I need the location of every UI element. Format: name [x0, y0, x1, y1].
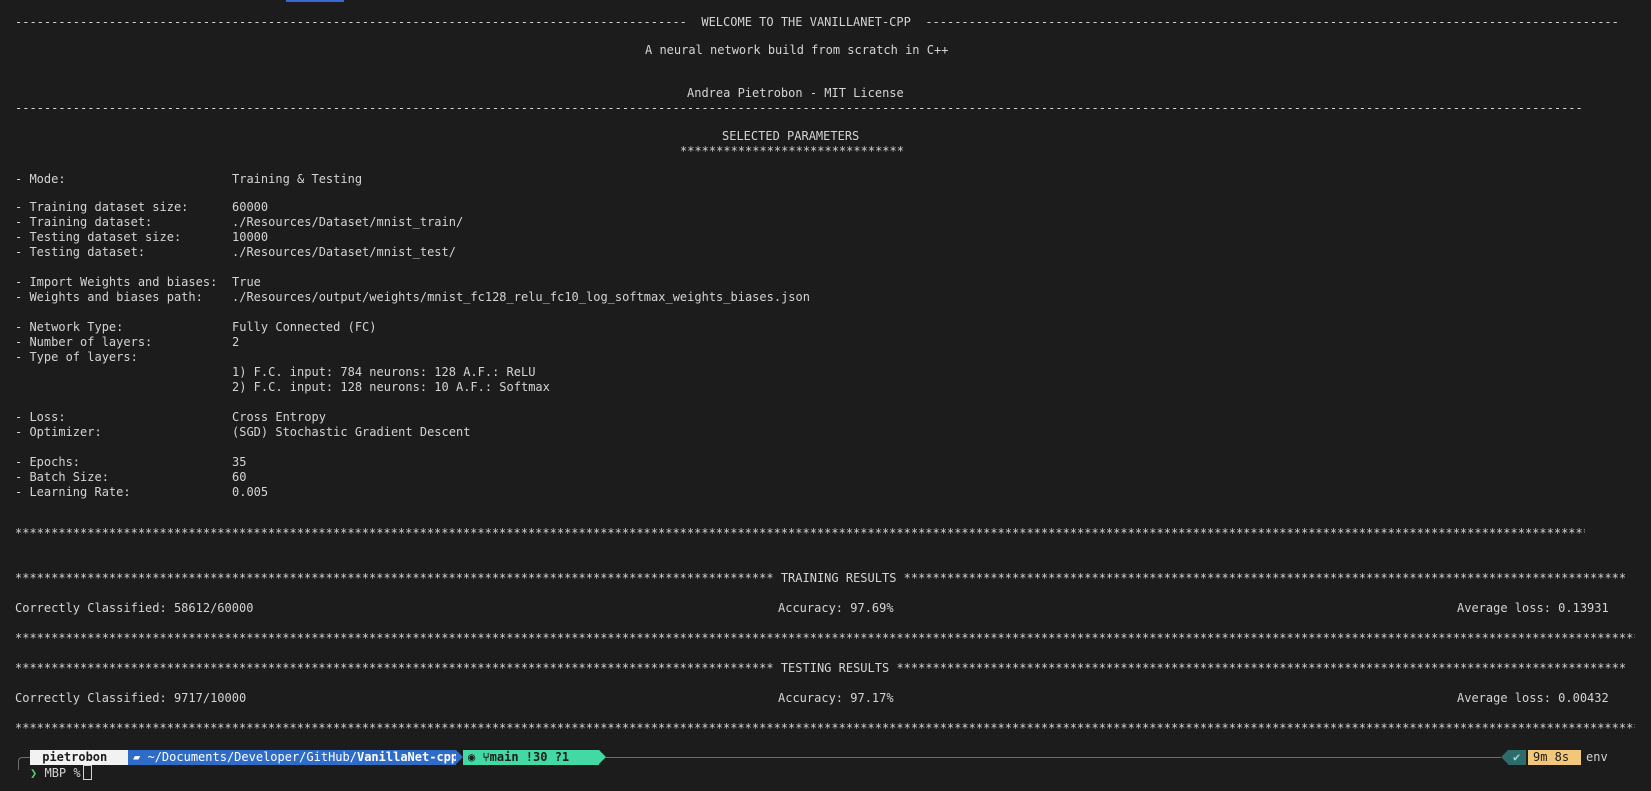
- param-value: 35: [232, 455, 247, 469]
- param-label: - Epochs:: [15, 455, 81, 469]
- branch-icon: ⑂: [482, 750, 490, 764]
- param-value: Cross Entropy: [232, 410, 326, 424]
- param-value: (SGD) Stochastic Gradient Descent: [232, 425, 471, 439]
- param-label: - Import Weights and biases:: [15, 275, 218, 289]
- prompt-bar: pietrobon ▰ ~/Documents/Developer/GitHub…: [0, 750, 1651, 765]
- training-correct: Correctly Classified: 58612/60000: [15, 601, 254, 615]
- prompt-user-segment: pietrobon: [30, 750, 128, 765]
- param-label: - Training dataset size:: [15, 200, 189, 214]
- testing-correct: Correctly Classified: 9717/10000: [15, 691, 247, 705]
- testing-results-header: ****************************************…: [15, 661, 1625, 675]
- param-value: Training & Testing: [232, 172, 363, 186]
- testing-accuracy: Accuracy: 97.17%: [778, 691, 894, 705]
- terminal-window[interactable]: ----------------------------------------…: [0, 0, 1651, 791]
- param-label: - Weights and biases path:: [15, 290, 203, 304]
- param-label: - Testing dataset:: [15, 245, 146, 259]
- prompt-arrow-icon: ❯: [30, 766, 38, 780]
- welcome-banner: ----------------------------------------…: [15, 15, 1619, 29]
- param-label: - Network Type:: [15, 320, 124, 334]
- star-separator: ****************************************…: [15, 631, 1635, 645]
- param-value: 60000: [232, 200, 269, 214]
- params-underline: *******************************: [680, 144, 904, 158]
- param-label: - Type of layers:: [15, 350, 138, 364]
- github-icon: ◉: [468, 750, 476, 764]
- param-value: ./Resources/Dataset/mnist_test/: [232, 245, 456, 259]
- param-label: - Number of layers:: [15, 335, 153, 349]
- star-separator: ****************************************…: [15, 526, 1585, 540]
- param-value: 10000: [232, 230, 269, 244]
- star-separator: ****************************************…: [15, 721, 1635, 735]
- param-label: - Loss:: [15, 410, 66, 424]
- param-value: ./Resources/Dataset/mnist_train/: [232, 215, 464, 229]
- prompt-host: MBP %: [44, 766, 81, 780]
- param-label: - Learning Rate:: [15, 485, 131, 499]
- param-value: 60: [232, 470, 247, 484]
- training-accuracy: Accuracy: 97.69%: [778, 601, 894, 615]
- param-label: - Training dataset:: [15, 215, 153, 229]
- layer-2-description: 2) F.C. input: 128 neurons: 10 A.F.: Sof…: [232, 380, 550, 394]
- param-value: 0.005: [232, 485, 269, 499]
- command-duration: 9m 8s: [1528, 750, 1581, 765]
- folder-icon: ▰: [133, 750, 141, 764]
- testing-loss: Average loss: 0.00432: [1457, 691, 1609, 705]
- training-results-header: ****************************************…: [15, 571, 1625, 585]
- segment-arrow: [599, 750, 606, 764]
- layer-1-description: 1) F.C. input: 784 neurons: 128 A.F.: Re…: [232, 365, 536, 379]
- prompt-input-line[interactable]: ❯ MBP %: [30, 765, 92, 781]
- status-ok-icon: ✔: [1508, 750, 1526, 765]
- param-value: True: [232, 275, 261, 289]
- param-value: ./Resources/output/weights/mnist_fc128_r…: [232, 290, 810, 304]
- env-indicator: env: [1586, 750, 1608, 764]
- prompt-path-segment: ▰ ~/Documents/Developer/GitHub/VanillaNe…: [128, 750, 458, 765]
- params-title: SELECTED PARAMETERS: [722, 129, 860, 143]
- segment-arrow: [456, 750, 463, 764]
- param-label: - Optimizer:: [15, 425, 102, 439]
- param-label: - Testing dataset size:: [15, 230, 182, 244]
- subtitle: A neural network build from scratch in C…: [645, 43, 949, 57]
- tab-selection-indicator: [286, 0, 344, 2]
- author-license: Andrea Pietrobon - MIT License: [687, 86, 904, 100]
- text-cursor[interactable]: [82, 765, 92, 780]
- separator-rule: ----------------------------------------…: [15, 101, 1583, 115]
- training-loss: Average loss: 0.13931: [1457, 601, 1609, 615]
- param-label: - Mode:: [15, 172, 66, 186]
- prompt-git-segment: ◉ ⑂main !30 ?1: [463, 750, 599, 765]
- param-value: 2: [232, 335, 240, 349]
- param-value: Fully Connected (FC): [232, 320, 377, 334]
- param-label: - Batch Size:: [15, 470, 109, 484]
- segment-arrow: [1501, 750, 1508, 764]
